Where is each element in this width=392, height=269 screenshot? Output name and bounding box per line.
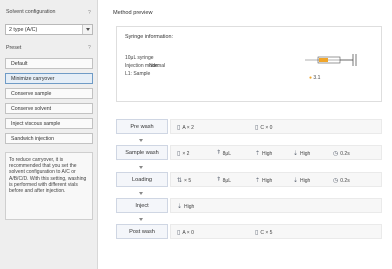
preset-inject-viscous-button[interactable]: Inject viscous sample [5,118,93,129]
loading-wait: ◷ 0.2s [333,177,350,184]
syringe-size: 10μL syringe [125,55,154,61]
speed-down-icon: ⇣ [293,151,299,157]
speed-down-icon: ⇣ [293,178,299,184]
loading-volume: ⍒ 8μL [217,177,232,184]
sample-wash-volume: ⍒ 8μL [217,150,232,157]
syringe-icon: ⍒ [217,150,221,156]
vial-icon: ▯ [177,230,181,236]
step-sample-wash[interactable]: Sample wash [116,145,168,160]
flow-arrow-icon [139,139,143,142]
volume-marker: ● 3.1 [309,75,320,81]
loading-aspirate-speed: ⇡ High [255,177,273,184]
syringe-info-panel: Syringe information: 10μL syringe Inject… [116,26,382,102]
syringe-icon [305,54,357,66]
preset-conserve-solvent-button[interactable]: Conserve solvent [5,103,93,114]
carryover-note: To reduce carryover, it is recommended t… [5,152,93,220]
sample-wash-details: ▯ × 2 ⍒ 8μL ⇡ High ⇣ High ◷ 0.2s [170,145,382,160]
sample-wash-wait: ◷ 0.2s [333,150,350,157]
step-loading[interactable]: Loading [116,172,168,187]
volume-value: 3.1 [313,75,321,81]
syringe-info-title: Syringe information: [125,34,173,40]
cycle-icon: ⇅ [177,178,183,184]
chevron-down-icon [82,25,92,34]
sample-wash-aspirate-speed: ⇡ High [255,150,273,157]
preset-label: Preset [6,45,22,51]
preset-conserve-sample-button[interactable]: Conserve sample [5,88,93,99]
speed-down-icon: ⇣ [177,204,183,210]
pre-wash-vial-a: ▯ A × 2 [177,124,194,131]
sample-wash-dispense-speed: ⇣ High [293,150,311,157]
solvent-config-value: 2 type (A/C) [9,27,38,33]
timer-icon: ◷ [333,178,339,184]
sample-line: L1: Sample [125,71,151,77]
preset-default-button[interactable]: Default [5,58,93,69]
pre-wash-vial-c: ▯ C × 0 [255,124,273,131]
preset-help-icon[interactable]: ? [88,45,91,51]
vial-icon: ▯ [255,125,259,131]
post-wash-vial-c: ▯ C × 5 [255,229,273,236]
preset-sandwich-injection-button[interactable]: Sandwich injection [5,133,93,144]
vial-icon: ▯ [255,230,259,236]
pre-wash-details: ▯ A × 2 ▯ C × 0 [170,119,382,134]
post-wash-details: ▯ A × 0 ▯ C × 5 [170,224,382,239]
sample-wash-count: ▯ × 2 [177,150,190,157]
loading-dispense-speed: ⇣ High [293,177,311,184]
flow-arrow-icon [139,166,143,169]
solvent-config-label: Solvent configuration [6,9,56,15]
solvent-help-icon[interactable]: ? [88,10,91,16]
post-wash-vial-a: ▯ A × 0 [177,229,194,236]
solvent-config-select[interactable]: 2 type (A/C) [5,24,93,35]
preset-minimize-carryover-button[interactable]: Minimize carryover [5,73,93,84]
loading-count: ⇅ × 5 [177,177,192,184]
syringe-icon: ⍒ [217,177,221,183]
speed-up-icon: ⇡ [255,178,261,184]
vial-icon: ▯ [177,125,181,131]
speed-up-icon: ⇡ [255,151,261,157]
flow-arrow-icon [139,192,143,195]
vial-icon: ▯ [177,151,181,157]
inject-speed: ⇣ High [177,203,195,210]
step-post-wash[interactable]: Post wash [116,224,168,239]
page-title: Method preview [113,10,153,16]
loading-details: ⇅ × 5 ⍒ 8μL ⇡ High ⇣ High ◷ 0.2s [170,172,382,187]
step-pre-wash[interactable]: Pre wash [116,119,168,134]
step-inject[interactable]: Inject [116,198,168,213]
injection-mode-value: Normal [149,63,166,69]
flow-arrow-icon [139,218,143,221]
timer-icon: ◷ [333,151,339,157]
inject-details: ⇣ High [170,198,382,213]
